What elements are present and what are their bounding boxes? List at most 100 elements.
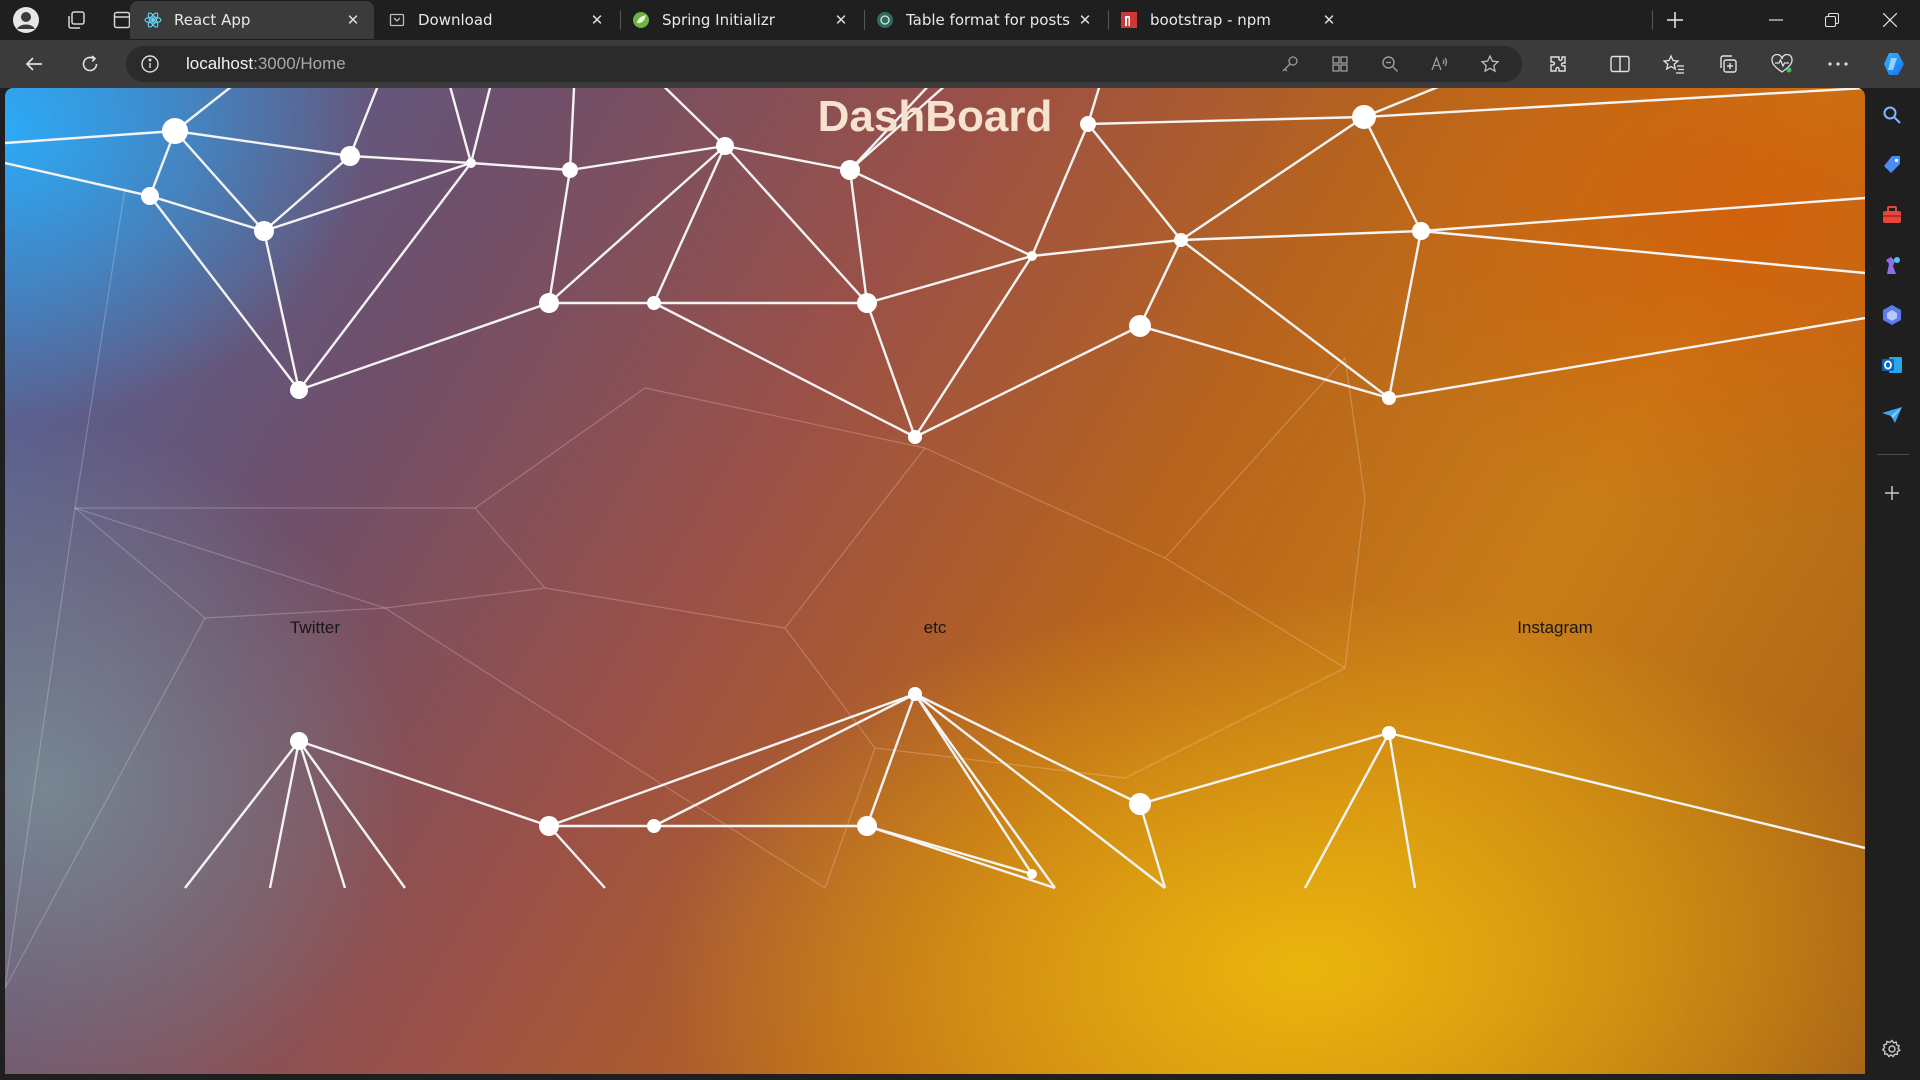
favorite-star-icon[interactable] — [1478, 52, 1502, 76]
network-node — [254, 221, 274, 241]
faint-network-edge — [644, 387, 926, 449]
network-node — [840, 160, 860, 180]
minimize-button[interactable] — [1748, 0, 1804, 40]
network-node — [290, 381, 308, 399]
network-edge — [1139, 731, 1390, 806]
polygon-network-background — [5, 88, 1865, 989]
tab-title: bootstrap - npm — [1150, 11, 1271, 29]
tab-spring-initializr[interactable]: Spring Initializr ✕ — [618, 1, 862, 39]
zoom-out-icon[interactable] — [1378, 52, 1402, 76]
network-edge — [297, 740, 347, 889]
new-tab-button[interactable] — [1658, 4, 1692, 36]
network-node — [647, 296, 661, 310]
network-edge — [652, 145, 727, 304]
react-icon — [144, 11, 162, 29]
network-edge — [263, 155, 351, 232]
network-edge — [1420, 229, 1865, 275]
app-available-icon[interactable] — [1328, 52, 1352, 76]
network-edge — [1180, 239, 1390, 399]
games-icon[interactable] — [1875, 248, 1909, 282]
faint-network-edge — [384, 587, 546, 609]
window-bottom-edge — [0, 1074, 1865, 1080]
tab-title: Download — [418, 11, 493, 29]
network-node — [539, 293, 559, 313]
faint-network-edge — [784, 447, 926, 629]
outlook-icon[interactable] — [1875, 348, 1909, 382]
search-icon[interactable] — [1875, 98, 1909, 132]
send-icon[interactable] — [1875, 398, 1909, 432]
faint-network-edge — [74, 507, 206, 619]
edge-sidebar — [1865, 88, 1920, 1080]
password-key-icon[interactable] — [1278, 52, 1302, 76]
network-edge — [1420, 196, 1865, 233]
dashboard-columns: Twitter etc Instagram — [5, 618, 1865, 638]
tab-table-format-for-posts[interactable]: Table format for posts ✕ — [862, 1, 1106, 39]
network-edge — [263, 161, 472, 233]
workspaces-icon[interactable] — [60, 4, 92, 36]
chatgpt-icon — [876, 11, 894, 29]
network-edge — [1138, 803, 1167, 889]
network-node — [647, 819, 661, 833]
network-edge — [349, 154, 472, 165]
refresh-button[interactable] — [72, 48, 108, 80]
network-edge — [174, 130, 265, 232]
network-edge — [298, 301, 550, 392]
url-path: :3000/Home — [253, 54, 346, 73]
network-node — [1382, 726, 1396, 740]
toolbox-icon[interactable] — [1875, 198, 1909, 232]
split-screen-icon[interactable] — [1602, 48, 1638, 80]
network-edge — [653, 692, 916, 828]
profile-avatar-icon[interactable] — [10, 4, 42, 36]
close-tab-icon[interactable]: ✕ — [588, 11, 606, 29]
favorites-icon[interactable] — [1656, 48, 1692, 80]
url-text[interactable]: localhost:3000/Home — [186, 54, 346, 74]
close-tab-icon[interactable]: ✕ — [1076, 11, 1094, 29]
close-tab-icon[interactable]: ✕ — [1320, 11, 1338, 29]
sidebar-divider — [1877, 454, 1909, 455]
more-menu-icon[interactable] — [1820, 48, 1856, 80]
network-edge — [914, 692, 1141, 806]
tab-bootstrap-npm[interactable]: bootstrap - npm ✕ — [1106, 1, 1350, 39]
faint-network-edge — [874, 747, 1126, 779]
network-edge — [1031, 238, 1182, 258]
restore-button[interactable] — [1804, 0, 1860, 40]
tab-title: React App — [174, 11, 251, 29]
read-aloud-icon[interactable] — [1428, 52, 1452, 76]
faint-network-edge — [784, 627, 876, 749]
network-node — [908, 687, 922, 701]
network-edge — [848, 169, 869, 304]
network-edge — [548, 825, 606, 889]
network-node — [1027, 869, 1037, 879]
copilot-hex-icon[interactable] — [1875, 298, 1909, 332]
site-info-icon[interactable] — [140, 54, 160, 74]
tab-download[interactable]: Download ✕ — [374, 1, 618, 39]
browser-essentials-icon[interactable] — [1764, 48, 1800, 80]
network-edge — [866, 824, 1033, 876]
network-node — [1129, 793, 1151, 815]
faint-network-edge — [384, 607, 826, 889]
network-edge — [298, 162, 472, 391]
network-node — [857, 293, 877, 313]
collections-icon[interactable] — [1710, 48, 1746, 80]
settings-icon[interactable] — [1875, 1032, 1909, 1066]
close-tab-icon[interactable]: ✕ — [344, 11, 362, 29]
address-bar[interactable]: localhost:3000/Home — [126, 46, 1522, 82]
tab-title: Table format for posts — [906, 11, 1070, 29]
copilot-icon[interactable] — [1876, 48, 1912, 80]
back-button[interactable] — [16, 48, 52, 80]
page-title: DashBoard — [817, 92, 1053, 141]
close-tab-icon[interactable]: ✕ — [832, 11, 850, 29]
network-edge — [268, 740, 301, 889]
faint-network-edge — [1344, 497, 1366, 669]
faint-network-edge — [74, 507, 386, 609]
network-node — [908, 430, 922, 444]
add-icon[interactable] — [1875, 476, 1909, 510]
network-node — [141, 187, 159, 205]
extensions-icon[interactable] — [1540, 48, 1576, 80]
close-window-button[interactable] — [1862, 0, 1918, 40]
network-node — [340, 146, 360, 166]
faint-network-edge — [1164, 557, 1346, 669]
tab-react-app[interactable]: React App ✕ — [130, 1, 374, 39]
network-edge — [547, 169, 572, 304]
shopping-tag-icon[interactable] — [1875, 148, 1909, 182]
